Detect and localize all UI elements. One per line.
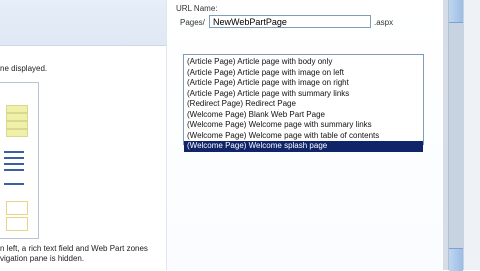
preview-block: [6, 129, 28, 137]
preview-block: [6, 113, 28, 121]
layout-description-bottom: n left, a rich text field and Web Part z…: [0, 244, 166, 264]
left-pane: ne displayed. n left, a rich text field …: [0, 0, 166, 270]
preview-block: [6, 121, 28, 129]
url-name-label: URL Name:: [176, 4, 218, 13]
list-item[interactable]: (Article Page) Article page with body on…: [184, 57, 423, 68]
left-header-band: [0, 0, 166, 46]
layout-description-line: n left, a rich text field and Web Part z…: [0, 244, 148, 253]
list-item[interactable]: (Article Page) Article page with image o…: [184, 78, 423, 89]
preview-line: [4, 151, 24, 153]
window-frame-strip: [464, 0, 480, 270]
url-name-input[interactable]: [209, 15, 371, 28]
pages-prefix-label: Pages/: [180, 18, 205, 27]
scrollbar-thumb-bottom[interactable]: [449, 248, 463, 271]
aspx-suffix-label: .aspx: [374, 18, 394, 27]
layout-preview-image: [0, 82, 39, 239]
list-item[interactable]: (Welcome Page) Blank Web Part Page: [184, 110, 423, 121]
list-item[interactable]: (Welcome Page) Welcome page with summary…: [184, 120, 423, 131]
layout-description-top: ne displayed.: [0, 64, 48, 73]
preview-zone: [6, 217, 28, 231]
preview-line: [4, 157, 24, 159]
list-item[interactable]: (Welcome Page) Welcome page with table o…: [184, 131, 423, 142]
scrollbar-thumb-top[interactable]: [449, 0, 463, 23]
list-item[interactable]: (Welcome Page) Welcome splash page: [184, 141, 423, 152]
page-layout-listbox[interactable]: (Article Page) Article page with body on…: [183, 54, 424, 152]
list-item[interactable]: (Article Page) Article page with image o…: [184, 68, 423, 79]
list-item[interactable]: (Article Page) Article page with summary…: [184, 89, 423, 100]
preview-line: [4, 163, 24, 165]
list-item[interactable]: (Redirect Page) Redirect Page: [184, 99, 423, 110]
preview-block: [6, 105, 28, 113]
layout-description-line: vigation pane is hidden.: [0, 254, 85, 263]
preview-zone: [6, 201, 28, 215]
preview-line: [4, 169, 24, 171]
preview-line: [4, 183, 24, 185]
